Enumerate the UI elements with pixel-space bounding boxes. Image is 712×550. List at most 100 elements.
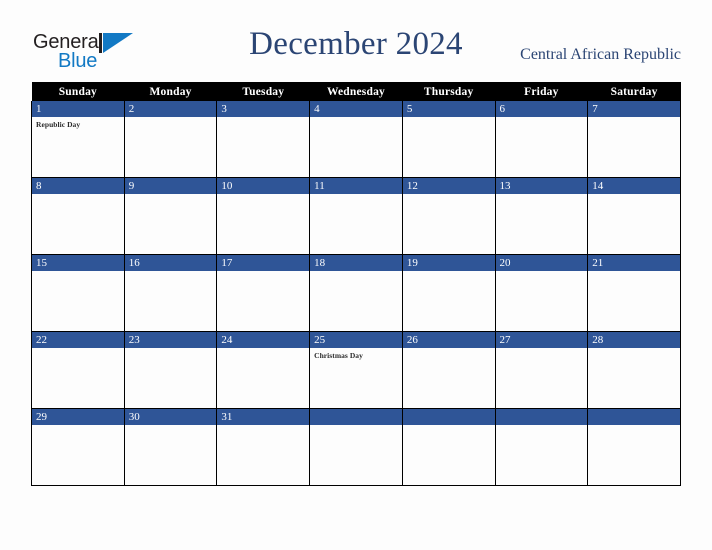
calendar-day-cell[interactable]: 20: [494, 254, 589, 332]
day-events: [125, 194, 217, 197]
day-events: [403, 271, 495, 274]
calendar-body: 1 Republic Day 2 3 4 5 6 7 8 9 10 11 12 13 14 15 16 17 18 1…: [31, 101, 681, 486]
calendar-day-cell[interactable]: [309, 408, 403, 486]
calendar-day-cell[interactable]: 24: [216, 331, 311, 409]
calendar-day-cell[interactable]: 10: [216, 177, 311, 255]
calendar-day-cell[interactable]: 13: [494, 177, 589, 255]
day-cell-content: [495, 409, 588, 485]
day-number: [310, 409, 402, 425]
weekday-header-sunday: Sunday: [31, 82, 125, 101]
day-events: [310, 271, 402, 274]
day-cell-content: 20: [495, 255, 588, 331]
day-number: 14: [588, 178, 680, 194]
calendar-day-cell[interactable]: 17: [216, 254, 311, 332]
day-events: [588, 271, 680, 274]
calendar-day-cell[interactable]: 15: [31, 254, 125, 332]
day-events: Republic Day: [32, 117, 124, 130]
day-events: [32, 348, 124, 351]
weekday-header-tuesday: Tuesday: [216, 82, 310, 101]
day-events: [217, 271, 309, 274]
calendar-day-cell[interactable]: 1 Republic Day: [31, 101, 125, 178]
day-number: 24: [217, 332, 310, 348]
day-number: 26: [402, 332, 495, 348]
day-number: 31: [217, 409, 310, 425]
calendar-day-cell[interactable]: 11: [309, 177, 403, 255]
calendar-day-cell[interactable]: [494, 408, 589, 486]
calendar-day-cell[interactable]: 28: [587, 331, 681, 409]
day-number: 25: [310, 332, 402, 348]
calendar-day-cell[interactable]: 12: [401, 177, 496, 255]
day-number: 18: [310, 255, 402, 271]
calendar-day-cell[interactable]: 5: [401, 101, 496, 178]
day-number: 30: [124, 409, 217, 425]
day-events: [403, 194, 495, 197]
day-cell-content: 16: [124, 255, 217, 331]
calendar-day-cell[interactable]: 9: [123, 177, 218, 255]
day-cell-content: [310, 409, 402, 485]
calendar-day-cell[interactable]: 22: [31, 331, 125, 409]
day-cell-content: 29: [32, 409, 124, 485]
calendar-day-cell[interactable]: 23: [123, 331, 218, 409]
day-cell-content: 21: [588, 255, 680, 331]
day-events: [32, 271, 124, 274]
day-events: [217, 348, 309, 351]
day-number: 10: [217, 178, 310, 194]
day-events: [588, 194, 680, 197]
day-cell-content: 4: [310, 101, 402, 177]
page-header: General Blue December 2024 Central Afric…: [0, 0, 712, 82]
day-events: [125, 117, 217, 120]
weekday-header-row: Sunday Monday Tuesday Wednesday Thursday…: [31, 82, 681, 101]
calendar-day-cell[interactable]: 31: [216, 408, 311, 486]
day-number: 19: [402, 255, 495, 271]
calendar-day-cell[interactable]: 7: [587, 101, 681, 178]
day-events: [125, 271, 217, 274]
calendar-week-row: 15 16 17 18 19 20 21: [31, 254, 681, 332]
day-events: [310, 117, 402, 120]
calendar-day-cell[interactable]: 29: [31, 408, 125, 486]
day-number: [495, 409, 588, 425]
day-number: 6: [495, 101, 588, 117]
day-events: [403, 348, 495, 351]
day-events: [217, 425, 309, 428]
day-cell-content: 15: [32, 255, 124, 331]
day-cell-content: 30: [124, 409, 217, 485]
day-number: 1: [32, 101, 124, 117]
day-events: Christmas Day: [310, 348, 402, 361]
calendar-day-cell[interactable]: 16: [123, 254, 218, 332]
calendar-day-cell[interactable]: 25 Christmas Day: [309, 331, 403, 409]
calendar-day-cell[interactable]: 2: [123, 101, 218, 178]
day-number: [402, 409, 495, 425]
day-cell-content: [402, 409, 495, 485]
day-cell-content: 23: [124, 332, 217, 408]
calendar-day-cell[interactable]: 4: [309, 101, 403, 178]
day-number: 5: [402, 101, 495, 117]
calendar-day-cell[interactable]: [401, 408, 496, 486]
calendar-day-cell[interactable]: 27: [494, 331, 589, 409]
weekday-header-thursday: Thursday: [402, 82, 496, 101]
calendar-day-cell[interactable]: 14: [587, 177, 681, 255]
day-cell-content: 9: [124, 178, 217, 254]
day-cell-content: 18: [310, 255, 402, 331]
day-events: [588, 425, 680, 428]
day-number: 17: [217, 255, 310, 271]
calendar-day-cell[interactable]: 6: [494, 101, 589, 178]
calendar-day-cell[interactable]: 3: [216, 101, 311, 178]
calendar-day-cell[interactable]: 8: [31, 177, 125, 255]
day-cell-content: 8: [32, 178, 124, 254]
calendar-day-cell[interactable]: 26: [401, 331, 496, 409]
day-number: [588, 409, 680, 425]
calendar-day-cell[interactable]: 18: [309, 254, 403, 332]
calendar-day-cell[interactable]: [587, 408, 681, 486]
calendar-day-cell[interactable]: 21: [587, 254, 681, 332]
holiday-label: Christmas Day: [314, 351, 363, 360]
calendar-day-cell[interactable]: 30: [123, 408, 218, 486]
day-cell-content: 10: [217, 178, 310, 254]
day-events: [496, 348, 588, 351]
calendar-week-row: 1 Republic Day 2 3 4 5 6 7: [31, 101, 681, 178]
day-cell-content: 3: [217, 101, 310, 177]
calendar-day-cell[interactable]: 19: [401, 254, 496, 332]
day-events: [125, 425, 217, 428]
day-number: 11: [310, 178, 402, 194]
day-number: 9: [124, 178, 217, 194]
day-number: 7: [588, 101, 680, 117]
